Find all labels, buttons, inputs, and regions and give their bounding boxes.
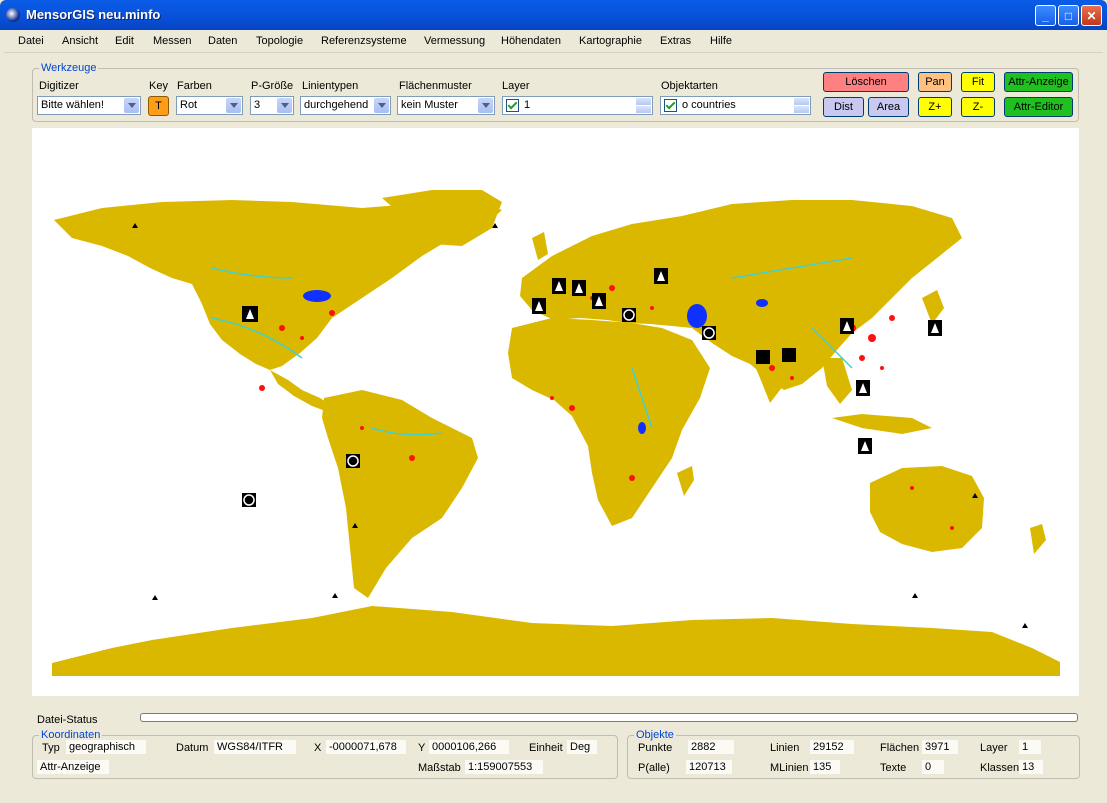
massstab-value: 1:159007553 xyxy=(465,760,543,774)
farben-select[interactable]: Rot xyxy=(176,96,243,115)
menu-edit[interactable]: Edit xyxy=(115,35,134,47)
klassen-value: 13 xyxy=(1019,760,1043,774)
texte-label: Texte xyxy=(880,762,907,774)
world-map[interactable] xyxy=(32,128,1079,696)
layer-checkbox[interactable] xyxy=(506,99,519,112)
menu-ansicht[interactable]: Ansicht xyxy=(62,35,98,47)
chevron-down-icon[interactable] xyxy=(277,98,292,113)
menu-referenzsysteme[interactable]: Referenzsysteme xyxy=(321,35,407,47)
datei-status-label: Datei-Status xyxy=(37,714,98,726)
flaechenmuster-label: Flächenmuster xyxy=(399,80,472,92)
flaechen-label: Flächen xyxy=(880,742,920,754)
y-label: Y xyxy=(418,742,426,754)
loeschen-button[interactable]: Löschen xyxy=(823,72,909,92)
x-label: X xyxy=(314,742,322,754)
menu-hilfe[interactable]: Hilfe xyxy=(710,35,732,47)
pgroesse-select[interactable]: 3 xyxy=(250,96,294,115)
menu-bar: Datei Ansicht Edit Messen Daten Topologi… xyxy=(4,30,1103,53)
attr-anzeige-field: Attr-Anzeige xyxy=(37,760,109,774)
spin-up-icon[interactable] xyxy=(636,98,651,105)
land-masses xyxy=(52,190,1060,676)
mlinien-label: MLinien xyxy=(770,762,809,774)
zoom-out-button[interactable]: Z- xyxy=(961,97,995,117)
minimize-button[interactable]: _ xyxy=(1035,5,1056,26)
menu-daten[interactable]: Daten xyxy=(208,35,237,47)
massstab-label: Maßstab xyxy=(418,762,461,774)
menu-topologie[interactable]: Topologie xyxy=(256,35,303,47)
chevron-down-icon[interactable] xyxy=(124,98,139,113)
punkte-value: 2882 xyxy=(688,740,734,754)
menu-messen[interactable]: Messen xyxy=(153,35,192,47)
texte-value: 0 xyxy=(922,760,944,774)
linien-value: 29152 xyxy=(810,740,854,754)
linientypen-select[interactable]: durchgehend xyxy=(300,96,391,115)
key-label: Key xyxy=(149,80,168,92)
window-title: MensorGIS neu.minfo xyxy=(26,7,161,22)
objekte-legend: Objekte xyxy=(634,729,676,741)
menu-hoehendaten[interactable]: Höhendaten xyxy=(501,35,561,47)
key-button[interactable]: T xyxy=(148,96,169,116)
linientypen-value: durchgehend xyxy=(304,99,369,111)
farben-label: Farben xyxy=(177,80,212,92)
linien-label: Linien xyxy=(770,742,800,754)
chevron-down-icon[interactable] xyxy=(374,98,389,113)
palle-value: 120713 xyxy=(686,760,732,774)
attr-anzeige-button[interactable]: Attr-Anzeige xyxy=(1004,72,1073,92)
chevron-down-icon[interactable] xyxy=(478,98,493,113)
werkzeuge-legend: Werkzeuge xyxy=(39,62,99,74)
layer-label: Layer xyxy=(502,80,530,92)
digitizer-label: Digitizer xyxy=(39,80,79,92)
menu-extras[interactable]: Extras xyxy=(660,35,691,47)
spin-up-icon[interactable] xyxy=(794,98,809,105)
app-window: MensorGIS neu.minfo _ □ ✕ Datei Ansicht … xyxy=(0,0,1107,803)
fit-button[interactable]: Fit xyxy=(961,72,995,92)
objektarten-checkbox[interactable] xyxy=(664,99,677,112)
close-button[interactable]: ✕ xyxy=(1081,5,1102,26)
spin-down-icon[interactable] xyxy=(794,106,809,113)
attr-editor-button[interactable]: Attr-Editor xyxy=(1004,97,1073,117)
spin-down-icon[interactable] xyxy=(636,106,651,113)
einheit-value: Deg xyxy=(567,740,597,754)
layer-spinner[interactable]: 1 xyxy=(502,96,653,115)
y-value: 0000106,266 xyxy=(429,740,509,754)
menu-vermessung[interactable]: Vermessung xyxy=(424,35,485,47)
datei-status-progress xyxy=(140,713,1078,722)
pgroesse-label: P-Größe xyxy=(251,80,294,92)
objektarten-value: o countries xyxy=(682,99,736,111)
flaechenmuster-value: kein Muster xyxy=(401,99,458,111)
x-value: -0000071,678 xyxy=(326,740,406,754)
datum-value: WGS84/ITFR xyxy=(214,740,296,754)
layer-count-value: 1 xyxy=(1019,740,1041,754)
title-bar[interactable]: MensorGIS neu.minfo _ □ ✕ xyxy=(0,0,1107,30)
zoom-in-button[interactable]: Z+ xyxy=(918,97,952,117)
flaechen-value: 3971 xyxy=(922,740,958,754)
dist-button[interactable]: Dist xyxy=(823,97,864,117)
digitizer-value: Bitte wählen! xyxy=(41,99,104,111)
farben-value: Rot xyxy=(180,99,198,111)
klassen-label: Klassen xyxy=(980,762,1020,774)
objektarten-label: Objektarten xyxy=(661,80,718,92)
layer-value: 1 xyxy=(524,99,531,111)
chevron-down-icon[interactable] xyxy=(226,98,241,113)
pgroesse-value: 3 xyxy=(254,99,261,111)
digitizer-select[interactable]: Bitte wählen! xyxy=(37,96,141,115)
punkte-label: Punkte xyxy=(638,742,673,754)
app-globe-icon[interactable] xyxy=(6,8,20,22)
typ-value: geographisch xyxy=(66,740,146,754)
linientypen-label: Linientypen xyxy=(302,80,359,92)
datum-label: Datum xyxy=(176,742,209,754)
mlinien-value: 135 xyxy=(810,760,840,774)
palle-label: P(alle) xyxy=(638,762,670,774)
maximize-button[interactable]: □ xyxy=(1058,5,1079,26)
map-canvas[interactable] xyxy=(32,128,1079,696)
area-button[interactable]: Area xyxy=(868,97,909,117)
menu-datei[interactable]: Datei xyxy=(18,35,44,47)
objektarten-spinner[interactable]: o countries xyxy=(660,96,811,115)
flaechenmuster-select[interactable]: kein Muster xyxy=(397,96,495,115)
layer-count-label: Layer xyxy=(980,742,1008,754)
pan-button[interactable]: Pan xyxy=(918,72,952,92)
menu-kartographie[interactable]: Kartographie xyxy=(579,35,642,47)
einheit-label: Einheit xyxy=(529,742,563,754)
typ-label: Typ xyxy=(42,742,60,754)
